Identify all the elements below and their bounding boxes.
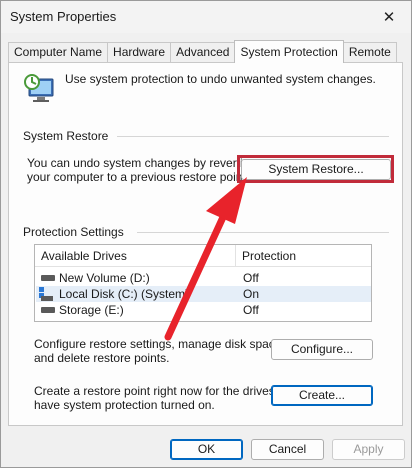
title-bar: System Properties ✕ xyxy=(1,1,411,33)
drive-protection: Off xyxy=(243,271,259,285)
column-header-protection[interactable]: Protection xyxy=(242,249,296,263)
configure-desc-line1: Configure restore settings, manage disk … xyxy=(34,337,285,351)
protection-settings-group-label: Protection Settings xyxy=(23,225,128,239)
drive-name: New Volume (D:) xyxy=(59,271,150,285)
intro-text: Use system protection to undo unwanted s… xyxy=(65,72,376,86)
ok-button[interactable]: OK xyxy=(170,439,243,460)
configure-desc-line2: and delete restore points. xyxy=(34,351,170,365)
system-restore-group-label: System Restore xyxy=(23,129,113,143)
system-protection-icon xyxy=(24,74,54,102)
drives-list[interactable]: Available Drives Protection New Volume (… xyxy=(34,244,372,322)
annotation-highlight-box xyxy=(237,155,394,183)
drive-protection: Off xyxy=(243,303,259,317)
system-restore-desc-line2: your computer to a previous restore poin… xyxy=(27,170,250,184)
close-button[interactable]: ✕ xyxy=(367,1,411,33)
column-separator xyxy=(235,245,236,267)
drive-row-new-volume[interactable]: New Volume (D:) Off xyxy=(36,270,371,286)
tab-computer-name[interactable]: Computer Name xyxy=(8,42,109,63)
tab-strip: Computer Name Hardware Advanced System P… xyxy=(8,40,397,63)
drive-icon xyxy=(41,275,55,281)
drive-row-storage[interactable]: Storage (E:) Off xyxy=(36,302,371,318)
create-desc-line1: Create a restore point right now for the… xyxy=(34,384,299,398)
configure-button[interactable]: Configure... xyxy=(271,339,373,360)
tab-advanced[interactable]: Advanced xyxy=(170,42,236,63)
drive-row-local-disk[interactable]: Local Disk (C:) (System) On xyxy=(36,286,371,302)
tab-system-protection[interactable]: System Protection xyxy=(234,40,344,63)
system-properties-window: System Properties ✕ Computer Name Hardwa… xyxy=(0,0,412,468)
drives-list-header: Available Drives Protection xyxy=(35,245,371,267)
drive-name: Local Disk (C:) (System) xyxy=(59,287,190,301)
drive-protection: On xyxy=(243,287,260,301)
cancel-button[interactable]: Cancel xyxy=(251,439,324,460)
tab-remote[interactable]: Remote xyxy=(342,42,397,63)
drive-name: Storage (E:) xyxy=(59,303,124,317)
apply-button[interactable]: Apply xyxy=(332,439,405,460)
column-header-available-drives[interactable]: Available Drives xyxy=(41,249,127,263)
create-button[interactable]: Create... xyxy=(271,385,373,406)
tab-hardware[interactable]: Hardware xyxy=(107,42,172,63)
windows-drive-icon xyxy=(39,287,53,301)
window-title: System Properties xyxy=(10,9,117,24)
system-restore-desc-line1: You can undo system changes by reverting xyxy=(27,156,257,170)
drive-icon xyxy=(41,307,55,313)
create-desc-line2: have system protection turned on. xyxy=(34,398,215,412)
protection-settings-divider xyxy=(137,232,389,233)
system-restore-divider xyxy=(117,136,389,137)
